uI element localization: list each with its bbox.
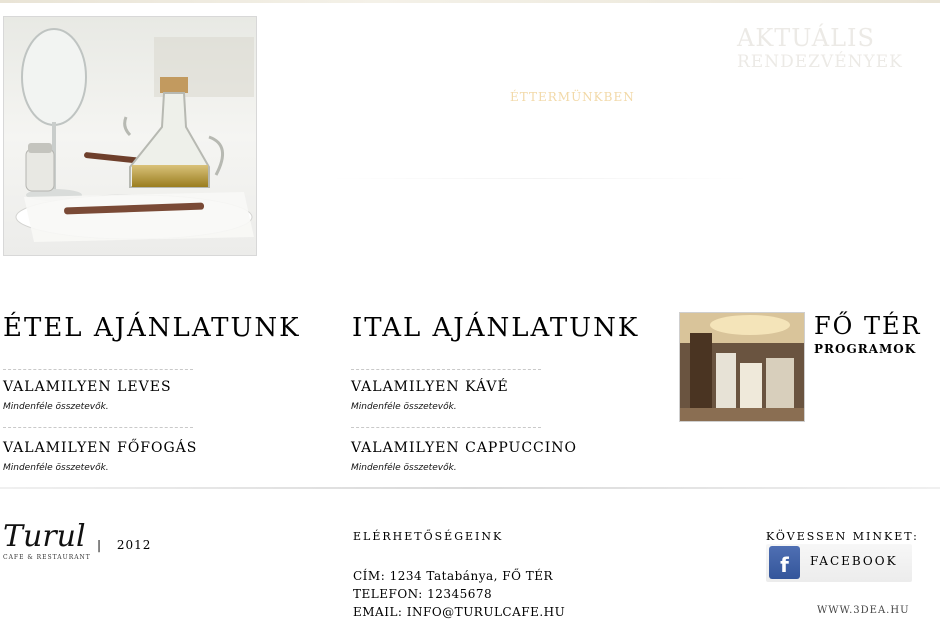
divider [3,369,193,370]
year-separator: | [97,538,103,552]
facebook-icon: f [769,546,800,579]
hero-photo [3,16,257,256]
food-item-name: VALAMILYEN FŐFOGÁS [3,440,198,456]
food-item-name: VALAMILYEN LEVES [3,379,172,395]
divider [3,427,193,428]
drinks-section-title: ITAL AJÁNLATUNK [352,313,640,343]
drink-item-desc: Mindenféle összetevők. [351,402,457,412]
events-heading-line1: AKTUÁLIS [737,24,875,52]
restaurant-label: ÉTTERMÜNKBEN [510,90,635,104]
drink-item-desc: Mindenféle összetevők. [351,463,457,473]
contact-heading: ELÉRHETŐSÉGEINK [353,530,504,543]
year-text: 2012 [116,538,152,552]
main-square-title[interactable]: FŐ TÉR [814,312,922,340]
drink-item-name: VALAMILYEN KÁVÉ [351,379,509,395]
contact-phone: TELEFON: 12345678 [353,587,493,601]
divider [351,427,541,428]
contact-email[interactable]: EMAIL: INFO@TURULCAFE.HU [353,605,565,619]
contact-address: CÍM: 1234 Tatabánya, FŐ TÉR [353,569,554,583]
food-section-title: ÉTEL AJÁNLATUNK [3,313,301,343]
events-heading[interactable]: AKTUÁLIS RENDEZVÉNYEK [737,26,903,71]
divider [351,369,541,370]
food-item-desc: Mindenféle összetevők. [3,463,109,473]
turul-logo[interactable]: Turul CAFE & RESTAURANT [3,522,95,564]
events-heading-line2: RENDEZVÉNYEK [737,52,903,72]
main-square-subtitle[interactable]: PROGRAMOK [814,342,916,356]
footer-year: | 2012 [97,538,151,552]
credit-link[interactable]: WWW.3DEA.HU [817,605,910,616]
follow-heading: KÖVESSEN MINKET: [766,530,919,543]
logo-text: Turul [3,519,86,554]
top-border [0,0,940,3]
footer-divider [0,487,940,489]
divider [330,178,750,179]
facebook-button[interactable]: f FACEBOOK [766,544,912,582]
drink-item-name: VALAMILYEN CAPPUCCINO [351,440,578,456]
logo-tagline: CAFE & RESTAURANT [3,554,91,561]
food-item-desc: Mindenféle összetevők. [3,402,109,412]
main-square-photo[interactable] [679,312,805,422]
facebook-label: FACEBOOK [810,554,898,568]
